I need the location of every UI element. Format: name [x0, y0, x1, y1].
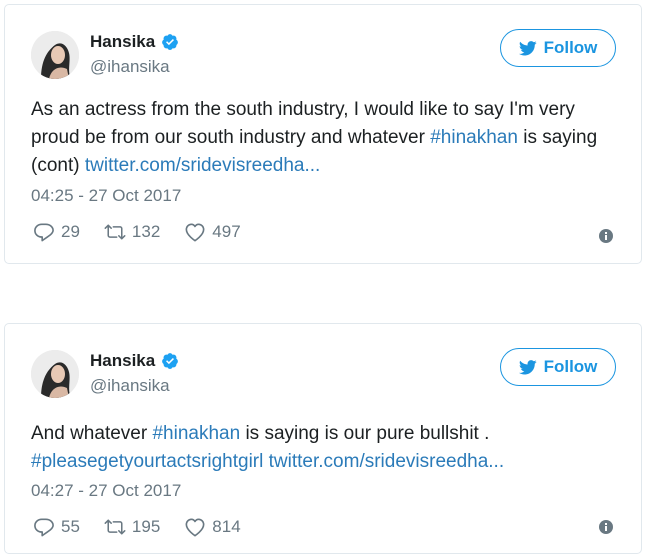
author-name[interactable]: Hansika	[90, 351, 179, 371]
follow-label[interactable]: Follow	[544, 38, 598, 58]
like-icon	[185, 518, 205, 537]
twitter-bird-icon	[518, 359, 537, 374]
tweet-text-segment: is saying is our pure bullshit .	[240, 423, 490, 444]
avatar[interactable]	[31, 31, 79, 79]
tweet-card: Hansika @ihansika Follow And whatever #h…	[4, 323, 642, 554]
like-action[interactable]: 814	[184, 517, 241, 537]
twitter-bird-icon	[518, 40, 537, 55]
tweet-text: As an actress from the south industry, I…	[31, 96, 621, 180]
reply-action[interactable]: 55	[33, 517, 80, 537]
retweet-icon	[104, 224, 126, 240]
author-name-text[interactable]: Hansika	[90, 351, 155, 371]
reply-count: 55	[61, 517, 80, 536]
reply-icon	[34, 223, 54, 242]
author-name-text[interactable]: Hansika	[90, 32, 155, 52]
tweet-card: Hansika @ihansika Follow As an actress f…	[4, 4, 642, 264]
follow-label[interactable]: Follow	[544, 357, 598, 377]
retweet-count: 132	[131, 222, 161, 241]
author-handle[interactable]: @ihansika	[90, 376, 170, 396]
retweet-count: 195	[131, 517, 161, 536]
reply-icon	[34, 518, 54, 537]
author-name[interactable]: Hansika	[90, 32, 179, 52]
tweet-text: And whatever #hinakhan is saying is our …	[31, 420, 621, 476]
retweet-action[interactable]: 132	[104, 222, 160, 242]
like-count: 497	[212, 222, 241, 241]
tweet-actions: 55 195 814	[33, 517, 265, 537]
retweet-icon	[104, 519, 126, 535]
author-handle[interactable]: @ihansika	[90, 57, 170, 77]
tweet-text-segment: And whatever	[31, 423, 153, 444]
timestamp[interactable]: 04:25 - 27 Oct 2017	[31, 186, 181, 206]
timestamp[interactable]: 04:27 - 27 Oct 2017	[31, 481, 181, 501]
retweet-action[interactable]: 195	[104, 517, 160, 537]
verified-badge-icon	[162, 353, 179, 369]
info-icon[interactable]	[599, 520, 613, 534]
reply-count: 29	[61, 222, 80, 241]
url-link[interactable]: twitter.com/sridevisreedha...	[269, 451, 504, 472]
follow-button[interactable]: Follow	[500, 29, 616, 67]
like-count: 814	[212, 517, 241, 536]
hashtag-link[interactable]: #hinakhan	[152, 423, 240, 444]
reply-action[interactable]: 29	[33, 222, 80, 242]
avatar[interactable]	[31, 350, 79, 398]
info-icon[interactable]	[599, 229, 613, 243]
hashtag-link[interactable]: #pleasegetyourtactsrightgirl	[31, 451, 263, 472]
like-icon	[185, 223, 205, 242]
url-link[interactable]: twitter.com/sridevisreedha...	[85, 155, 320, 176]
verified-badge-icon	[162, 34, 179, 50]
hashtag-link[interactable]: #hinakhan	[430, 127, 518, 148]
follow-button[interactable]: Follow	[500, 348, 616, 386]
tweet-actions: 29 132 497	[33, 222, 265, 242]
like-action[interactable]: 497	[184, 222, 241, 242]
